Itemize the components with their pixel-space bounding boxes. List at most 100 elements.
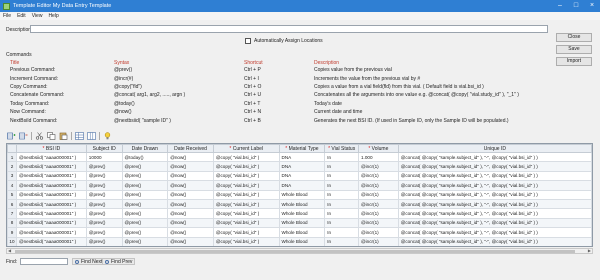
- grid-cell[interactable]: @nextbsiid( "aaaa000001" ): [15, 198, 87, 210]
- grid-cell[interactable]: @prev(): [121, 189, 169, 200]
- grid-cell[interactable]: @incr(1): [358, 170, 399, 182]
- menu-edit[interactable]: Edit: [17, 13, 26, 19]
- grid-cell[interactable]: @nextbsiid( "aaaa000001" ): [15, 170, 87, 182]
- grid-cell[interactable]: Whole Blood: [278, 189, 326, 200]
- grid-cell[interactable]: @prev(): [85, 198, 123, 210]
- table-row[interactable]: 8 @nextbsiid( "aaaa000001" ) @prev() @prev(…: [7, 217, 592, 229]
- grid-cell[interactable]: @prev(): [121, 170, 169, 182]
- grid-cell[interactable]: @now(): [167, 217, 214, 229]
- grid-cell[interactable]: In: [324, 236, 359, 246]
- close-window-icon[interactable]: ×: [584, 0, 600, 12]
- menu-view[interactable]: View: [32, 13, 43, 19]
- grid-cell[interactable]: @copy( "vial.bsi_id" ): [212, 180, 280, 191]
- grid-cell[interactable]: @concat( @copy( "sample.subject_id" ), "…: [397, 217, 592, 229]
- table-row[interactable]: 5 @nextbsiid( "aaaa000001" ) @prev() @prev(…: [7, 189, 592, 200]
- grid-cell[interactable]: DNA: [278, 170, 326, 182]
- grid-cell[interactable]: DNA: [278, 180, 326, 191]
- row-number[interactable]: 1: [7, 151, 17, 163]
- grid-cell[interactable]: In: [324, 217, 359, 229]
- table-row[interactable]: 2 @nextbsiid( "aaaa000001" ) @prev() @prev(…: [7, 161, 592, 172]
- auto-assign-checkbox[interactable]: [245, 38, 251, 44]
- grid-cell[interactable]: @concat( @copy( "sample.subject_id" ), "…: [397, 151, 592, 163]
- grid-cell[interactable]: @prev(): [121, 236, 169, 246]
- grid-cell[interactable]: @copy( "vial.bsi_id" ): [212, 236, 280, 246]
- grid-column-header[interactable]: * Current Label: [212, 144, 280, 153]
- grid-cell[interactable]: 10000: [85, 151, 123, 163]
- row-number[interactable]: 8: [7, 217, 17, 229]
- grid-cell[interactable]: @nextbsiid( "aaaa000001" ): [15, 208, 87, 219]
- grid-cell[interactable]: Whole Blood: [278, 208, 326, 219]
- minimize-icon[interactable]: –: [552, 0, 568, 12]
- table-row[interactable]: 9 @nextbsiid( "aaaa000001" ) @prev() @prev(…: [7, 227, 592, 238]
- grid-cell[interactable]: @now(): [167, 189, 214, 200]
- grid-cell[interactable]: @nextbsiid( "aaaa000001" ): [15, 217, 87, 229]
- grid-cell[interactable]: @concat( @copy( "sample.subject_id" ), "…: [397, 161, 592, 172]
- grid-cell[interactable]: @prev(): [85, 208, 123, 219]
- find-input[interactable]: [20, 258, 68, 265]
- scrollbar-thumb[interactable]: [15, 250, 575, 253]
- table-row[interactable]: 10 @nextbsiid( "aaaa000001" ) @prev() @prev…: [7, 236, 592, 246]
- grid-cell[interactable]: @copy( "vial.bsi_id" ): [212, 227, 280, 238]
- grid-cell[interactable]: @copy( "vial.bsi_id" ): [212, 151, 280, 163]
- grid-column-header[interactable]: * Vial Status: [324, 144, 359, 153]
- row-number[interactable]: 6: [7, 198, 17, 210]
- grid-cell[interactable]: @now(): [167, 236, 214, 246]
- paste-icon[interactable]: [59, 132, 68, 140]
- grid-cell[interactable]: @prev(): [121, 208, 169, 219]
- grid-cell[interactable]: @concat( @copy( "sample.subject_id" ), "…: [397, 198, 592, 210]
- grid-cell[interactable]: Whole Blood: [278, 227, 326, 238]
- grid-cell[interactable]: @prev(): [85, 236, 123, 246]
- grid-cell[interactable]: @now(): [167, 227, 214, 238]
- grid-cell[interactable]: @copy( "vial.bsi_id" ): [212, 161, 280, 172]
- grid-cell[interactable]: @concat( @copy( "sample.subject_id" ), "…: [397, 170, 592, 182]
- grid-cell[interactable]: In: [324, 180, 359, 191]
- grid-column-header[interactable]: * BSI ID: [15, 144, 87, 153]
- grid-column-header[interactable]: * Volume: [358, 144, 399, 153]
- find-next-button[interactable]: Find Next: [72, 258, 106, 265]
- grid-cell[interactable]: DNA: [278, 161, 326, 172]
- table-row[interactable]: 1 @nextbsiid( "aaaa000001" ) 10000 @today()…: [7, 151, 592, 163]
- grid-cell[interactable]: Whole Blood: [278, 236, 326, 246]
- grid-cell[interactable]: @nextbsiid( "aaaa000001" ): [15, 180, 87, 191]
- row-number[interactable]: 2: [7, 161, 17, 172]
- row-number[interactable]: 10: [7, 236, 17, 246]
- row-number[interactable]: 3: [7, 170, 17, 182]
- scroll-right-icon[interactable]: ▶: [588, 248, 591, 253]
- grid-cell[interactable]: @copy( "vial.bsi_id" ): [212, 217, 280, 229]
- grid-cell[interactable]: @copy( "vial.bsi_id" ): [212, 170, 280, 182]
- grid-cell[interactable]: Whole Blood: [278, 198, 326, 210]
- delete-row-icon[interactable]: [19, 132, 28, 140]
- grid-cell[interactable]: In: [324, 170, 359, 182]
- grid-cell[interactable]: @nextbsiid( "aaaa000001" ): [15, 227, 87, 238]
- row-number[interactable]: 4: [7, 180, 17, 191]
- menu-help[interactable]: Help: [48, 13, 58, 19]
- grid-cell[interactable]: Whole Blood: [278, 217, 326, 229]
- grid-cell[interactable]: In: [324, 189, 359, 200]
- grid-cell[interactable]: @incr(1): [358, 180, 399, 191]
- grid-cell[interactable]: @prev(): [85, 189, 123, 200]
- grid-cell[interactable]: @concat( @copy( "sample.subject_id" ), "…: [397, 208, 592, 219]
- grid-cell[interactable]: In: [324, 198, 359, 210]
- grid-cell[interactable]: @copy( "vial.bsi_id" ): [212, 198, 280, 210]
- grid-column-header[interactable]: Date Received: [167, 144, 214, 153]
- grid-cell[interactable]: @nextbsiid( "aaaa000001" ): [15, 189, 87, 200]
- grid-cell[interactable]: 1.000: [358, 151, 399, 163]
- grid-cell[interactable]: @prev(): [85, 180, 123, 191]
- row-number[interactable]: 7: [7, 208, 17, 219]
- grid-cell[interactable]: @incr(1): [358, 217, 399, 229]
- insert-row-icon[interactable]: [7, 132, 16, 140]
- grid-cell[interactable]: @nextbsiid( "aaaa000001" ): [15, 236, 87, 246]
- grid-cell[interactable]: @prev(): [85, 170, 123, 182]
- grid-cell[interactable]: @prev(): [121, 198, 169, 210]
- grid-cell[interactable]: @incr(1): [358, 208, 399, 219]
- grid-cell[interactable]: @now(): [167, 151, 214, 163]
- table-row[interactable]: 7 @nextbsiid( "aaaa000001" ) @prev() @prev(…: [7, 208, 592, 219]
- table-row[interactable]: 6 @nextbsiid( "aaaa000001" ) @prev() @prev(…: [7, 198, 592, 210]
- grid-cell[interactable]: @prev(): [85, 217, 123, 229]
- description-input[interactable]: [30, 25, 548, 33]
- grid-cell[interactable]: @concat( @copy( "sample.subject_id" ), "…: [397, 227, 592, 238]
- grid-cell[interactable]: @nextbsiid( "aaaa000001" ): [15, 151, 87, 163]
- grid-cell[interactable]: @today(): [121, 151, 169, 163]
- grid-cell[interactable]: @incr(1): [358, 189, 399, 200]
- row-number[interactable]: 5: [7, 189, 17, 200]
